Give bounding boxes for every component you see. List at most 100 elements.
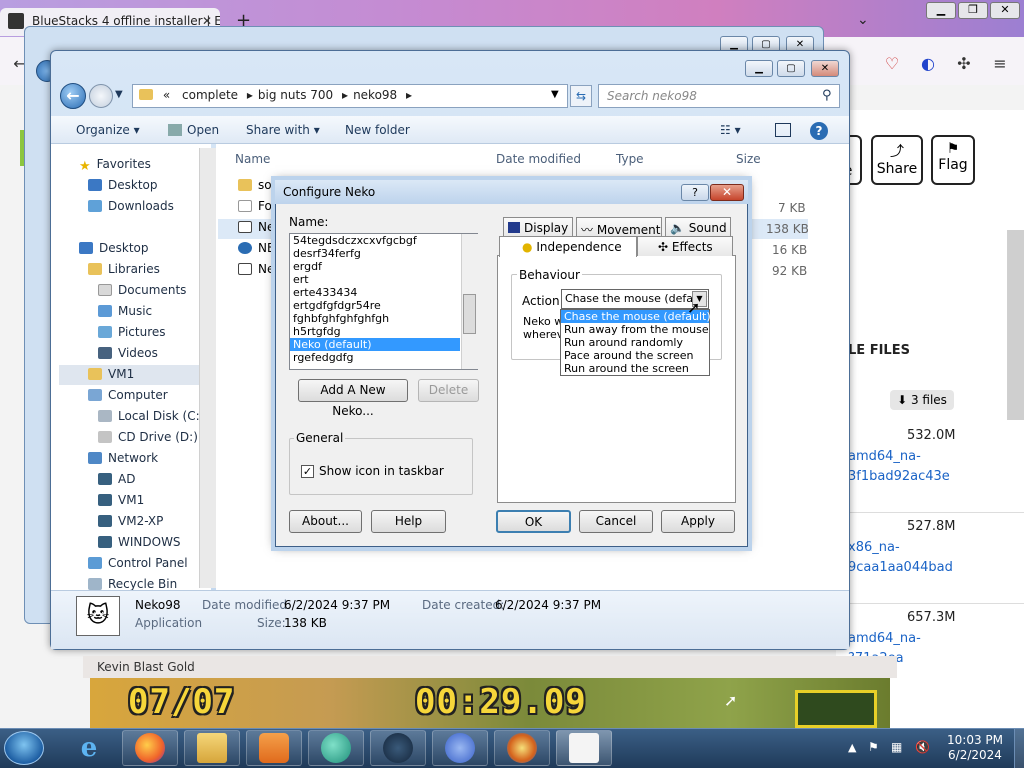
nav-vm2-xp[interactable]: VM2-XP (98, 514, 163, 535)
search-input[interactable]: Search neko98 (598, 84, 840, 108)
name-list-scroll-thumb[interactable] (463, 294, 476, 334)
tab-display[interactable]: Display (503, 217, 573, 237)
nav-local-disk[interactable]: Local Disk (C:) (98, 409, 204, 430)
action-option[interactable]: Run around the screen (561, 362, 709, 375)
forward-button[interactable] (89, 84, 113, 108)
column-size[interactable]: Size (736, 152, 761, 166)
breadcrumb-big-nuts[interactable]: big nuts 700 (258, 88, 333, 102)
breadcrumb-overflow[interactable]: « (163, 88, 170, 102)
taskbar-steam[interactable] (370, 730, 426, 766)
add-neko-button[interactable]: Add A New Neko... (298, 379, 408, 418)
list-item-selected[interactable]: Neko (default) (290, 338, 460, 351)
breadcrumb-neko98[interactable]: neko98 (353, 88, 397, 102)
show-icon-checkbox[interactable]: ✓ (301, 465, 314, 478)
tab-list-chevron-icon[interactable]: ⌄ (857, 12, 869, 28)
file-link-2[interactable]: x86_na- 9caa1aa044bad (848, 538, 958, 578)
file-row[interactable]: Foo (238, 199, 279, 213)
nav-cd-drive[interactable]: CD Drive (D:) (98, 430, 198, 451)
organize-menu[interactable]: Organize ▾ (76, 123, 140, 137)
list-item[interactable]: erte433434 (290, 286, 477, 299)
breadcrumb-complete[interactable]: complete (182, 88, 238, 102)
taskbar-bird-app[interactable] (432, 730, 488, 766)
nav-scrollbar[interactable] (199, 148, 216, 588)
share-button[interactable]: ⤴ Share (871, 135, 923, 185)
tab-effects[interactable]: ✣ Effects (637, 236, 733, 256)
help-button[interactable]: Help (371, 510, 446, 533)
minimize-button[interactable]: ▁ (745, 60, 773, 77)
recent-pages-chevron-icon[interactable]: ▼ (115, 89, 123, 100)
taskbar-media[interactable] (246, 730, 302, 766)
action-dropdown-list[interactable]: Chase the mouse (default) Run away from … (560, 309, 711, 376)
preview-pane-icon[interactable] (775, 123, 791, 137)
nav-desktop-favorite[interactable]: Desktop (88, 178, 158, 199)
internet-explorer-icon[interactable]: e (66, 733, 112, 763)
column-name[interactable]: Name (235, 152, 270, 166)
browser-restore-button[interactable]: ❐ (958, 2, 988, 19)
list-item[interactable]: h5rtgfdg (290, 325, 477, 338)
column-date-modified[interactable]: Date modified (496, 152, 581, 166)
menu-icon[interactable]: ≡ (990, 54, 1010, 74)
pocket-icon[interactable]: ♡ (882, 54, 902, 74)
list-item[interactable]: ergdf (290, 260, 477, 273)
nav-computer[interactable]: Computer (88, 388, 168, 409)
about-button[interactable]: About... (289, 510, 362, 533)
nav-vm1-home[interactable]: VM1 (59, 365, 199, 385)
nav-music[interactable]: Music (98, 304, 152, 325)
browser-close-button[interactable]: ✕ (990, 2, 1020, 19)
address-bar[interactable]: « complete ▸ big nuts 700 ▸ neko98 ▸ (132, 84, 568, 108)
volume-muted-icon[interactable]: 🔇 (915, 740, 930, 754)
search-icon[interactable]: ⚲ (822, 88, 832, 103)
tab-independence[interactable]: ● Independence (499, 236, 637, 257)
dialog-close-button[interactable]: ✕ (710, 184, 744, 201)
action-option[interactable]: Run around randomly (561, 336, 709, 349)
ok-button[interactable]: OK (496, 510, 571, 533)
nav-control-panel[interactable]: Control Panel (88, 556, 188, 577)
nav-vm1[interactable]: VM1 (98, 493, 144, 514)
cancel-button[interactable]: Cancel (579, 510, 653, 533)
back-button[interactable]: ← (60, 83, 86, 109)
neko-name-list[interactable]: 54tegdsdczxcxvfgcbgf desrf34ferfg ergdf … (289, 233, 478, 370)
delete-button[interactable]: Delete (418, 379, 479, 402)
list-item[interactable]: ertgdfgfdgr54re (290, 299, 477, 312)
open-button[interactable]: Open (168, 123, 219, 137)
action-center-flag-icon[interactable]: ⚑ (868, 740, 879, 754)
list-item[interactable]: fghbfghfghfghfgh (290, 312, 477, 325)
list-item[interactable]: rgefedgdfg (290, 351, 477, 364)
share-with-menu[interactable]: Share with ▾ (246, 123, 320, 137)
flag-button[interactable]: ⚑ Flag (931, 135, 975, 185)
nav-desktop[interactable]: Desktop (79, 241, 149, 262)
refresh-icon[interactable]: ⇆ (570, 85, 592, 107)
nav-ad[interactable]: AD (98, 472, 135, 493)
taskbar-explorer[interactable] (184, 730, 240, 766)
taskbar-app[interactable] (308, 730, 364, 766)
network-tray-icon[interactable]: ▦ (891, 740, 902, 754)
start-button[interactable] (4, 731, 44, 765)
taskbar-clock[interactable]: 10:03 PM 6/2/2024 (940, 733, 1010, 763)
show-desktop-button[interactable] (1014, 729, 1024, 768)
browser-minimize-button[interactable]: ▁ (926, 2, 956, 19)
apply-button[interactable]: Apply (661, 510, 735, 533)
tray-chevron-icon[interactable]: ▲ (848, 741, 856, 754)
file-link-1[interactable]: amd64_na- 3f1bad92ac43e (848, 447, 958, 487)
tab-movement[interactable]: 〰 Movement (576, 217, 662, 237)
nav-videos[interactable]: Videos (98, 346, 158, 367)
taskbar-effects-app[interactable] (494, 730, 550, 766)
list-item[interactable]: 54tegdsdczxcxvfgcbgf (290, 234, 477, 247)
nav-documents[interactable]: Documents (98, 283, 186, 304)
close-button[interactable]: ✕ (811, 60, 839, 77)
nav-pictures[interactable]: Pictures (98, 325, 166, 346)
taskbar-firefox[interactable] (122, 730, 178, 766)
tab-sound[interactable]: 🔈 Sound (665, 217, 731, 237)
dialog-help-button[interactable]: ? (681, 184, 709, 201)
nav-windows[interactable]: WINDOWS (98, 535, 181, 556)
action-option[interactable]: Pace around the screen (561, 349, 709, 362)
change-view-icon[interactable]: ☷ ▾ (720, 123, 741, 137)
column-type[interactable]: Type (616, 152, 644, 166)
nav-favorites[interactable]: ★ Favorites (79, 157, 151, 178)
account-icon[interactable]: ◐ (918, 54, 938, 74)
list-item[interactable]: desrf34ferfg (290, 247, 477, 260)
nav-downloads[interactable]: Downloads (88, 199, 174, 220)
nav-libraries[interactable]: Libraries (88, 262, 160, 283)
action-option[interactable]: Run away from the mouse (561, 323, 709, 336)
list-item[interactable]: ert (290, 273, 477, 286)
